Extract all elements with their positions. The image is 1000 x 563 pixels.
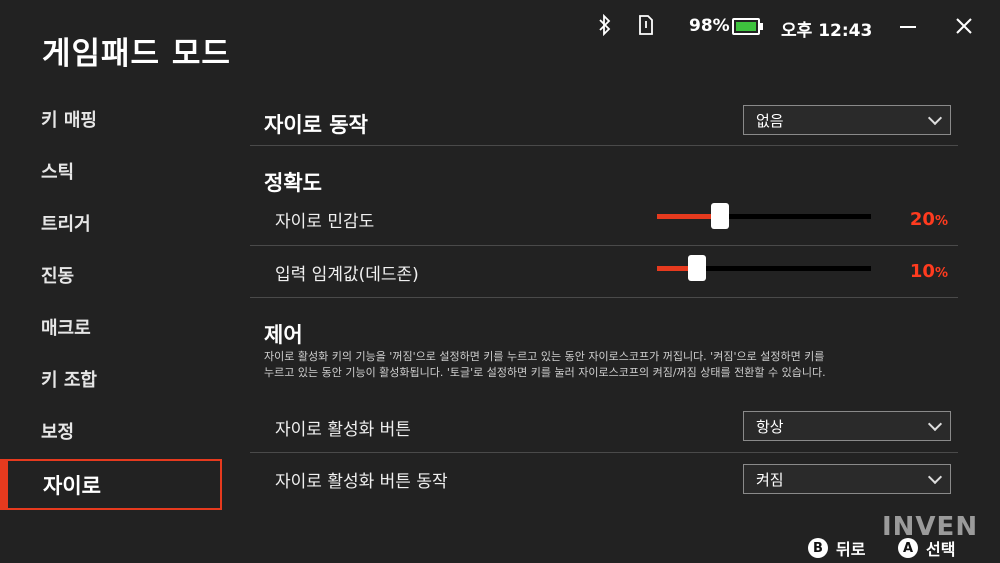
sidebar-item-label: 스틱 — [41, 162, 75, 183]
gyro-sensitivity-label: 자이로 민감도 — [275, 212, 375, 232]
chevron-down-icon — [927, 416, 943, 431]
page-title: 게임패드 모드 — [42, 36, 231, 72]
sidebar-item-vibration[interactable]: 진동 — [0, 251, 222, 299]
divider — [250, 145, 958, 146]
gyro-activate-button-label: 자이로 활성화 버튼 — [275, 420, 411, 440]
dropdown-value: 항상 — [756, 417, 784, 436]
gyro-activate-action-label: 자이로 활성화 버튼 동작 — [275, 472, 448, 492]
back-hint[interactable]: B 뒤로 — [808, 536, 865, 560]
battery-icon — [732, 18, 763, 35]
dropdown-value: 없음 — [756, 111, 784, 130]
sidebar-item-label: 매크로 — [41, 318, 91, 339]
sidebar-item-label: 보정 — [41, 422, 75, 443]
chevron-down-icon — [927, 110, 943, 125]
accuracy-heading: 정확도 — [264, 171, 322, 195]
divider — [250, 297, 958, 298]
sidebar-item-trigger[interactable]: 트리거 — [0, 199, 222, 247]
divider — [250, 452, 958, 453]
sidebar-item-key-mapping[interactable]: 키 매핑 — [0, 95, 222, 143]
gyro-sensitivity-slider[interactable] — [657, 203, 871, 229]
sidebar-item-calibration[interactable]: 보정 — [0, 407, 222, 455]
sim-card-icon — [638, 15, 654, 39]
sidebar-item-label: 진동 — [41, 266, 75, 287]
deadzone-slider[interactable] — [657, 255, 871, 281]
minimize-icon[interactable] — [900, 26, 916, 28]
clock: 오후 12:43 — [781, 21, 873, 41]
divider — [250, 245, 958, 246]
watermark-logo: INVEN — [882, 512, 979, 542]
chevron-down-icon — [927, 469, 943, 484]
control-description: 자이로 활성화 키의 기능을 '꺼짐'으로 설정하면 키를 누르고 있는 동안 … — [264, 350, 826, 379]
deadzone-value: 10% — [909, 261, 948, 282]
b-button-icon: B — [808, 538, 828, 558]
sidebar-item-label: 트리거 — [41, 214, 91, 235]
slider-thumb[interactable] — [710, 203, 729, 229]
dropdown-value: 켜짐 — [756, 470, 784, 489]
gyro-sensitivity-value: 20% — [909, 209, 948, 230]
active-indicator — [2, 461, 8, 508]
slider-thumb[interactable] — [688, 255, 707, 281]
deadzone-label: 입력 임계값(데드존) — [275, 265, 419, 285]
battery-percent: 98% — [689, 16, 730, 36]
back-label: 뒤로 — [836, 540, 866, 559]
sidebar-item-label: 자이로 — [43, 473, 101, 498]
gyro-action-dropdown[interactable]: 없음 — [743, 105, 951, 135]
gyro-action-label: 자이로 동작 — [264, 113, 368, 137]
sidebar-item-gyro[interactable]: 자이로 — [0, 459, 222, 510]
control-heading: 제어 — [264, 323, 303, 347]
close-icon[interactable] — [955, 17, 973, 35]
sidebar-item-label: 키 매핑 — [41, 110, 97, 131]
sidebar-item-key-combo[interactable]: 키 조합 — [0, 355, 222, 403]
sidebar-item-label: 키 조합 — [41, 370, 97, 391]
bluetooth-icon — [598, 13, 612, 41]
sidebar-item-stick[interactable]: 스틱 — [0, 147, 222, 195]
sidebar-item-macro[interactable]: 매크로 — [0, 303, 222, 351]
gyro-activate-action-dropdown[interactable]: 켜짐 — [743, 464, 951, 494]
gyro-activate-button-dropdown[interactable]: 항상 — [743, 411, 951, 441]
